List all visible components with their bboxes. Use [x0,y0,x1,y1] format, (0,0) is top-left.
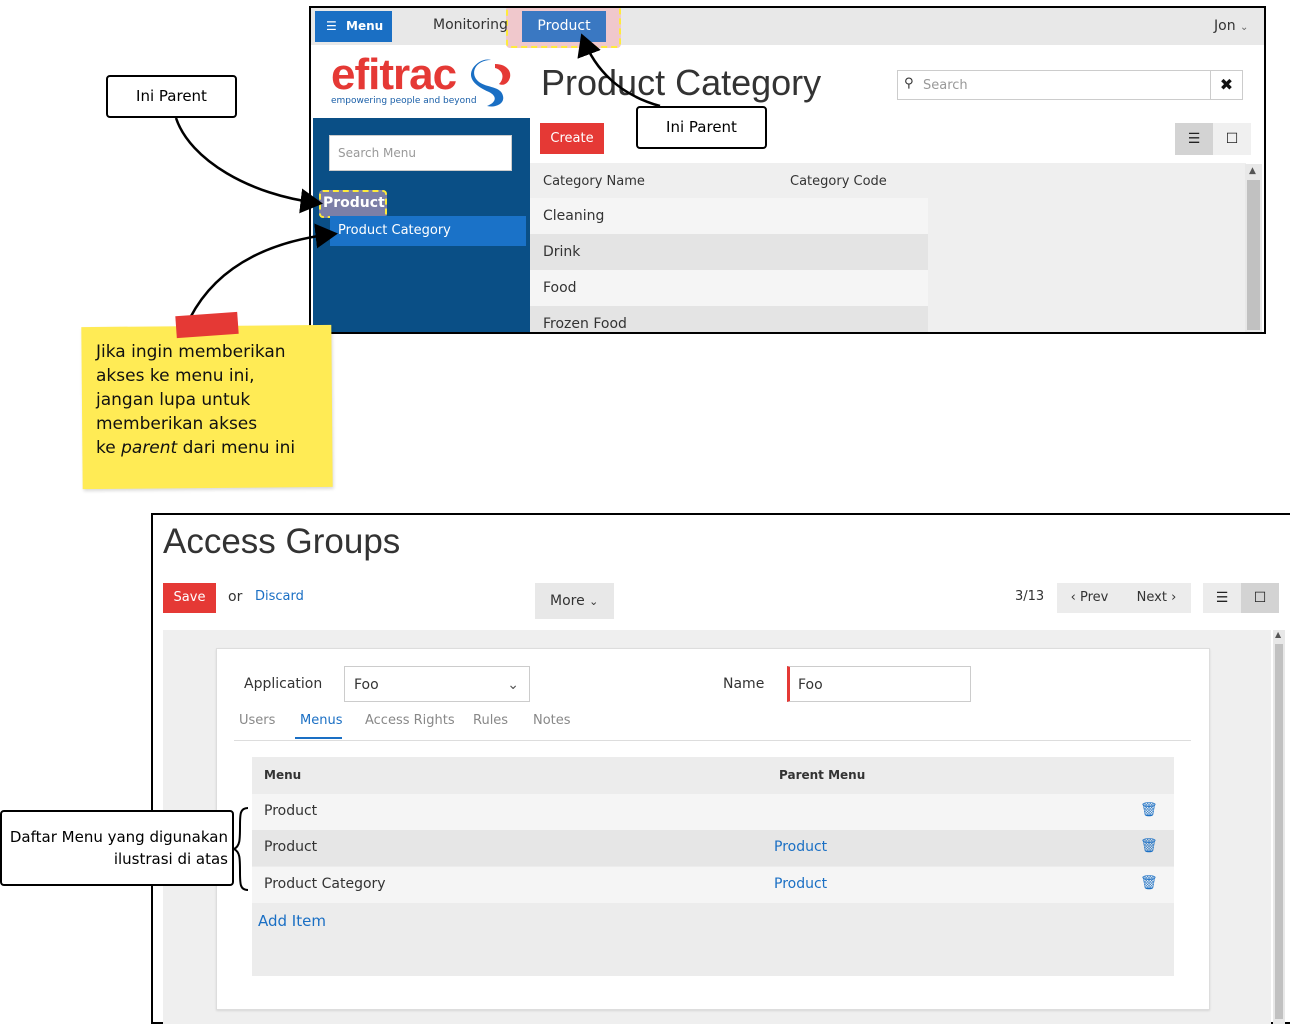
save-button[interactable]: Save [163,583,216,613]
row-parent-menu[interactable]: Product [774,876,827,892]
name-field[interactable]: Foo [787,666,971,702]
application-label: Application [244,676,323,692]
table-row[interactable]: Product Category Product 🗑 [252,867,1174,903]
active-tab-indicator [295,737,342,739]
list-view-icon[interactable]: ☰ [1203,583,1241,613]
page-scrollbar[interactable]: ▲ [1273,630,1285,1024]
add-item-link[interactable]: Add Item [258,912,326,930]
row-menu: Product Category [264,876,386,892]
tab-notes[interactable]: Notes [533,713,571,728]
tab-rules[interactable]: Rules [473,713,508,728]
row-menu: Product [264,803,318,819]
tab-access-rights[interactable]: Access Rights [365,713,455,728]
application-select[interactable]: Foo ⌄ [344,666,530,702]
callout-ini-parent: Ini Parent [106,75,237,118]
trash-icon[interactable]: 🗑 [1140,802,1158,818]
chevron-down-icon: ⌄ [507,677,519,693]
tabs-divider [234,740,1191,741]
callout-ini-parent: Ini Parent [636,106,767,149]
column-header-parent-menu: Parent Menu [779,768,866,782]
next-button[interactable]: Next › [1122,583,1191,613]
chevron-down-icon: ⌄ [589,595,599,608]
row-menu: Product [264,839,318,855]
tab-menus[interactable]: Menus [300,713,342,728]
brace-shape [232,807,249,891]
table-row[interactable]: Product 🗑 [252,794,1174,830]
tab-users[interactable]: Users [239,713,275,728]
callout-daftar-menu: Daftar Menu yang digunakan ilustrasi di … [0,810,234,886]
column-header-menu: Menu [264,768,302,782]
chevron-left-icon: ‹ [1070,590,1076,605]
table-row[interactable]: Product Product 🗑 [252,830,1174,866]
application-value: Foo [354,677,379,693]
trash-icon[interactable]: 🗑 [1140,875,1158,891]
prev-label: Prev [1079,590,1109,605]
prev-button[interactable]: ‹ Prev [1057,583,1122,613]
next-label: Next [1136,590,1167,605]
more-button[interactable]: More ⌄ [535,583,614,619]
more-label: More [550,593,585,609]
pager-count: 3/13 [1015,589,1045,604]
or-text: or [228,589,243,605]
row-parent-menu[interactable]: Product [774,839,827,855]
scroll-up-icon[interactable]: ▲ [1275,630,1281,639]
discard-link[interactable]: Discard [255,589,304,604]
note-tape [175,311,239,339]
sticky-note-text: Jika ingin memberikan akses ke menu ini,… [96,342,296,458]
form-view-icon[interactable]: ☐ [1241,583,1279,613]
page-title: Access Groups [163,522,401,561]
chevron-right-icon: › [1171,590,1177,605]
trash-icon[interactable]: 🗑 [1140,838,1158,854]
name-label: Name [723,676,765,692]
